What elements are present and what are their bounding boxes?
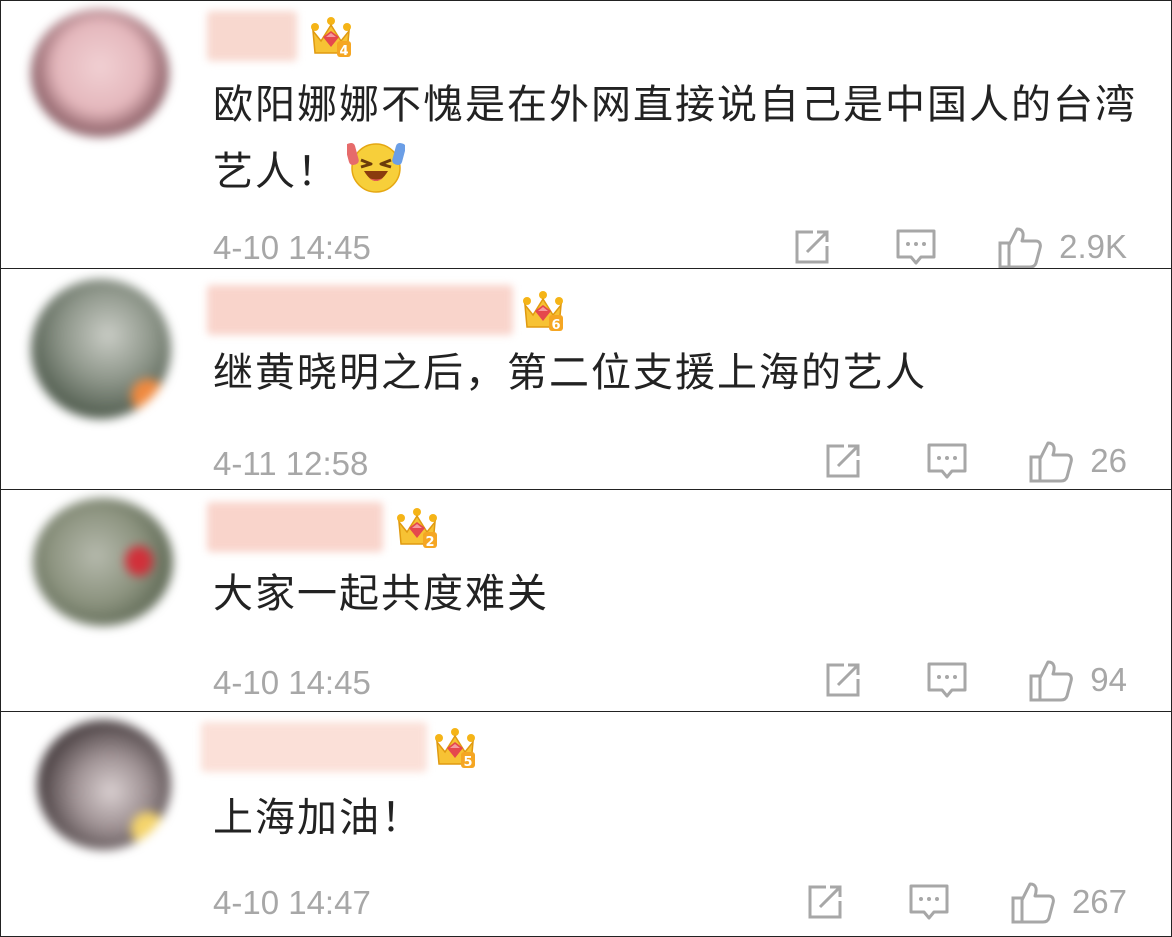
share-icon[interactable] [791,226,833,268]
share-icon[interactable] [822,440,864,482]
comment-text: 欧阳娜娜不愧是在外网直接说自己是中国人的台湾艺人！ [213,73,1141,214]
comment-text: 上海加油！ [213,795,423,841]
like-count: 267 [1071,883,1127,920]
like-count: 2.9K [1059,228,1127,265]
comment-time: 4-11 12:58 [213,445,369,482]
share-icon[interactable] [804,881,846,923]
comment-text: 大家一起共度难关 [213,571,549,617]
vip-crown-icon: 2 [395,506,439,550]
vip-level: 4 [339,44,348,59]
thumbs-up-icon [1028,438,1074,484]
comment-time: 4-10 14:45 [213,229,371,266]
like-button[interactable]: 2.9K [997,224,1127,270]
avatar[interactable] [33,498,173,626]
comment-actions: 267 [804,880,1127,924]
comment-icon[interactable] [908,881,950,923]
username[interactable] [207,11,297,61]
vip-level: 5 [463,755,472,770]
comment-actions: 26 [822,439,1127,483]
comment-actions: 94 [822,658,1127,702]
thumbs-up-icon [1028,657,1074,703]
comment-item: 4 欧阳娜娜不愧是在外网直接说自己是中国人的台湾艺人！ 4-10 14:45 2… [0,0,1172,270]
comment-time: 4-10 14:45 [213,664,371,701]
laughing-tears-emoji [345,137,406,214]
thumbs-up-icon [1010,879,1056,925]
comment-icon[interactable] [895,226,937,268]
vip-level: 6 [551,318,560,333]
comment-icon[interactable] [926,659,968,701]
vip-crown-icon: 6 [521,289,565,333]
vip-crown-icon: 5 [433,726,477,770]
comment-item: 2 大家一起共度难关 4-10 14:45 94 [0,489,1172,713]
comment-actions: 2.9K [791,225,1127,269]
username[interactable] [207,502,383,552]
avatar[interactable] [37,720,171,850]
vip-level: 2 [425,535,434,550]
comment-text: 继黄晓明之后，第二位支援上海的艺人 [213,350,927,396]
avatar[interactable] [31,279,171,419]
avatar[interactable] [31,9,169,137]
vip-crown-icon: 4 [309,15,353,59]
thumbs-up-icon [997,224,1043,270]
like-button[interactable]: 26 [1028,438,1127,484]
like-button[interactable]: 94 [1028,657,1127,703]
comment-icon[interactable] [926,440,968,482]
share-icon[interactable] [822,659,864,701]
username[interactable] [207,285,513,335]
like-count: 94 [1090,661,1127,698]
username[interactable] [201,722,427,772]
comment-time: 4-10 14:47 [213,884,371,921]
like-button[interactable]: 267 [1010,879,1127,925]
like-count: 26 [1090,442,1127,479]
comment-item: 6 继黄晓明之后，第二位支援上海的艺人 4-11 12:58 26 [0,268,1172,491]
comment-item: 5 上海加油！ 4-10 14:47 267 [0,711,1172,937]
